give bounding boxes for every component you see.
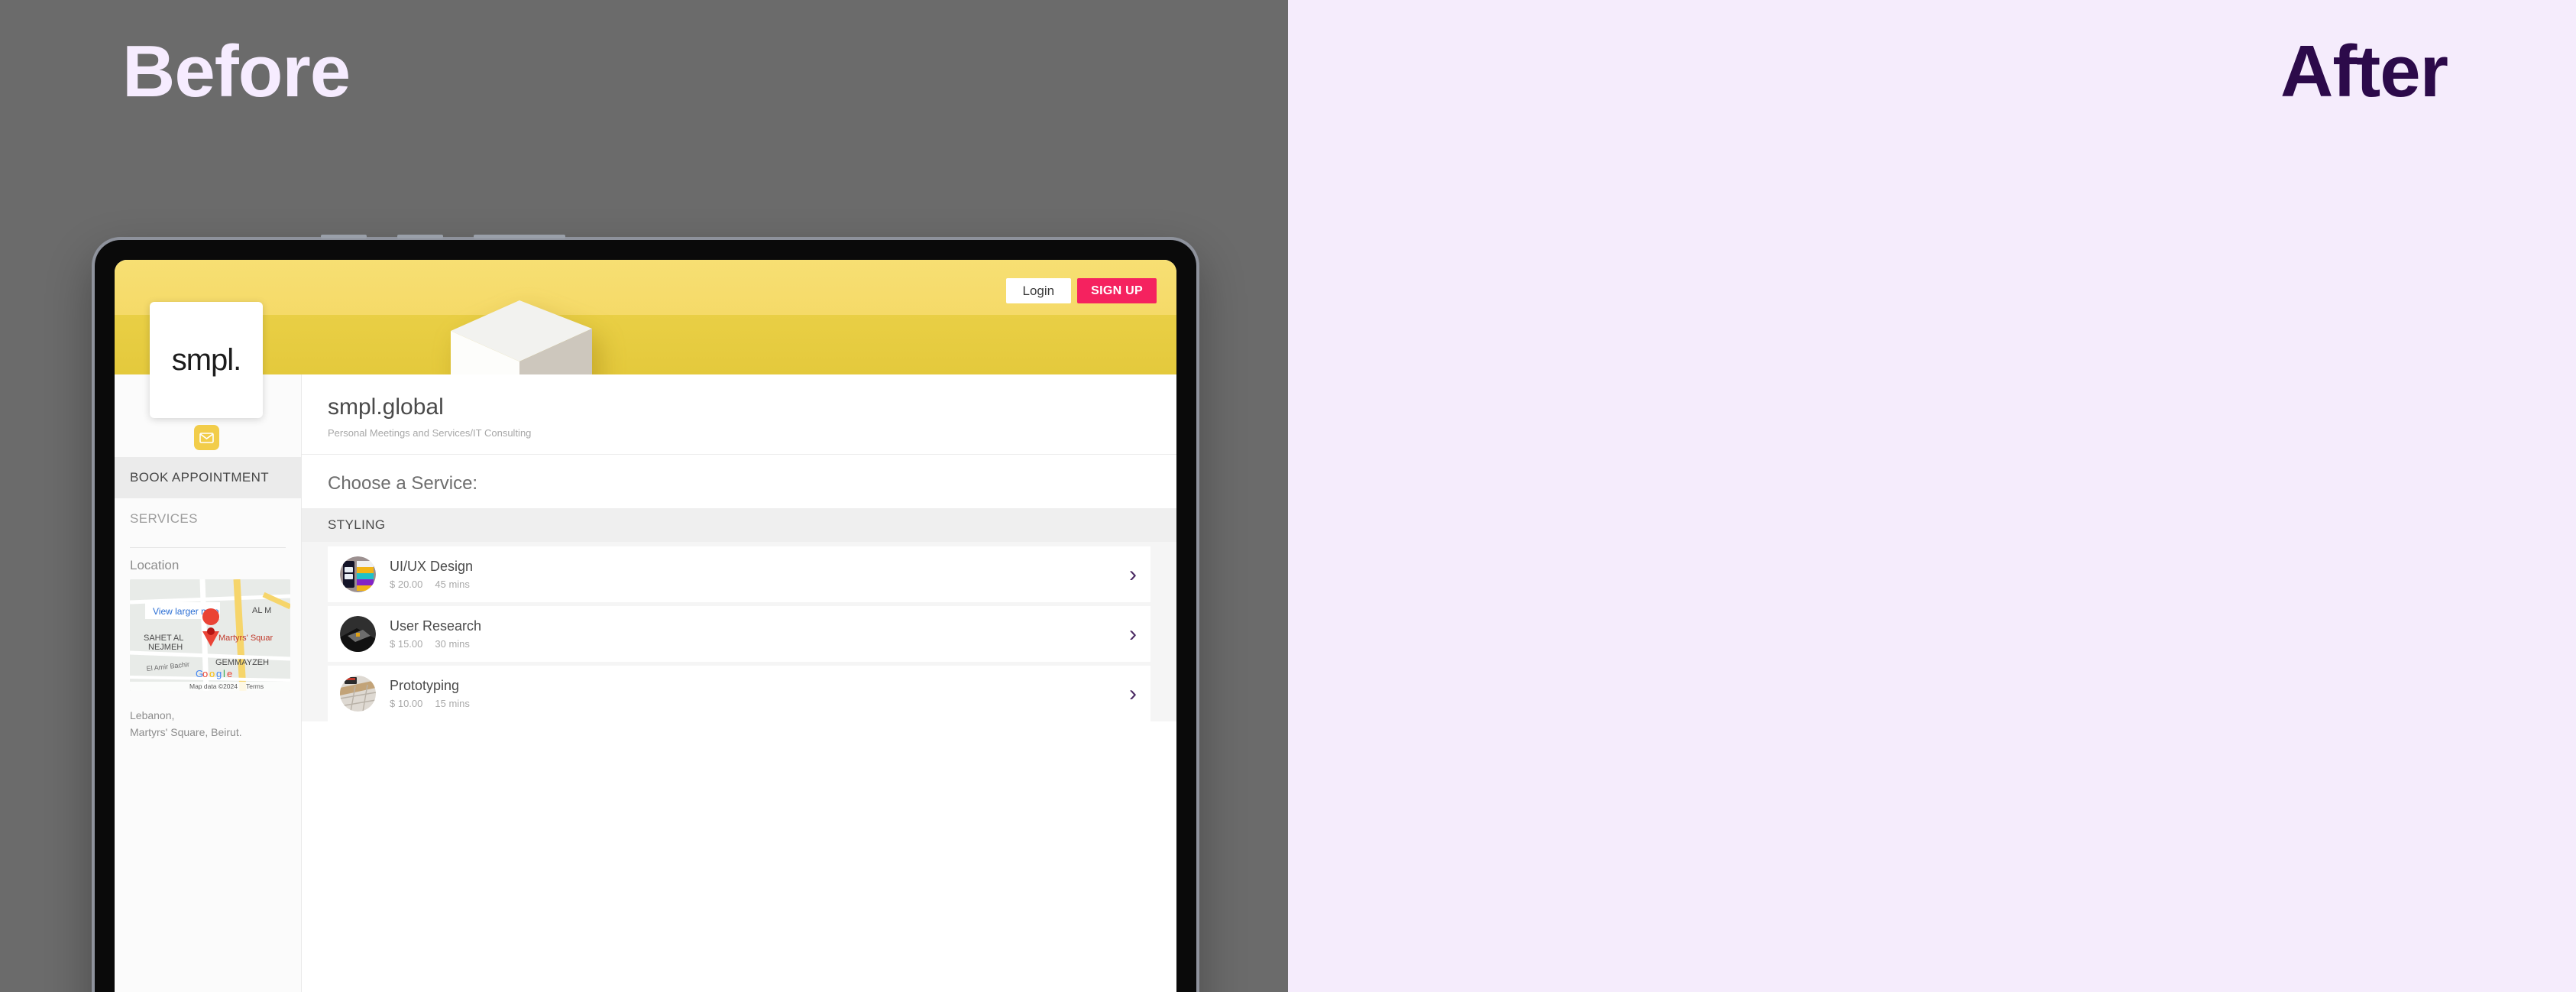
service-name: User Research: [390, 618, 482, 634]
before-auth-buttons: Login SIGN UP: [1005, 278, 1157, 303]
svg-text:SAHET AL: SAHET AL: [144, 634, 183, 643]
svg-text:NEJMEH: NEJMEH: [148, 643, 183, 652]
svg-text:Map data ©2024: Map data ©2024: [189, 682, 238, 690]
before-body: smpl. BOOK APPOINTMENT SERVICES Location…: [115, 302, 1176, 992]
service-price: $ 10.00: [390, 698, 423, 709]
brand-logo-card: smpl.: [150, 302, 263, 418]
login-button[interactable]: Login: [1005, 278, 1072, 303]
service-info: User Research $ 15.00 30 mins: [390, 618, 1115, 650]
choose-service-label: Choose a Service:: [328, 473, 478, 494]
business-tagline: Personal Meetings and Services/IT Consul…: [328, 427, 532, 439]
before-service-list: UI/UX Design $ 20.00 45 mins › User Rese…: [302, 542, 1176, 721]
list-item[interactable]: UI/UX Design $ 20.00 45 mins ›: [328, 546, 1150, 602]
brand-logo-text: smpl.: [171, 342, 242, 377]
before-after-comparison: Before Login SIGN UP smpl. BOOK APPOINTM…: [0, 0, 2576, 992]
before-sidebar-nav: BOOK APPOINTMENT SERVICES: [115, 457, 301, 548]
svg-text:Martyrs' Squar: Martyrs' Squar: [218, 634, 273, 643]
before-hero-banner: Login SIGN UP: [115, 260, 1176, 374]
svg-text:GEMMAYZEH: GEMMAYZEH: [215, 658, 269, 667]
service-meta: $ 15.00 30 mins: [390, 638, 1115, 650]
service-duration: 15 mins: [435, 698, 470, 709]
service-thumbnail: [340, 616, 376, 652]
chevron-right-icon[interactable]: ›: [1129, 562, 1137, 586]
service-duration: 30 mins: [435, 638, 470, 650]
signup-button[interactable]: SIGN UP: [1077, 278, 1157, 303]
svg-text:Terms: Terms: [246, 682, 264, 690]
service-thumbnail: [340, 676, 376, 712]
divider: [130, 547, 286, 548]
before-location-block: Location View larger map SAHET AL NEJMEH…: [130, 558, 290, 741]
address-line-1: Lebanon,: [130, 709, 175, 721]
svg-text:AL M: AL M: [252, 606, 271, 615]
cube-image: [451, 300, 592, 374]
sidebar-item-book-appointment[interactable]: BOOK APPOINTMENT: [115, 457, 301, 498]
before-app-screen: Login SIGN UP smpl. BOOK APPOINTMENT SER…: [115, 260, 1176, 992]
business-name: smpl.global: [328, 394, 444, 420]
address-line-2: Martyrs' Square, Beirut.: [130, 725, 242, 738]
before-business-header: smpl.global Personal Meetings and Servic…: [302, 374, 1176, 455]
list-item[interactable]: User Research $ 15.00 30 mins ›: [328, 606, 1150, 662]
before-sidebar: smpl. BOOK APPOINTMENT SERVICES Location…: [115, 302, 302, 992]
tablet-device-before: Login SIGN UP smpl. BOOK APPOINTMENT SER…: [92, 235, 1199, 992]
svg-text:o: o: [209, 668, 215, 679]
svg-text:e: e: [227, 668, 232, 679]
chevron-right-icon[interactable]: ›: [1129, 622, 1137, 646]
bezel-button: [474, 235, 565, 238]
service-info: Prototyping $ 10.00 15 mins: [390, 678, 1115, 709]
bezel-button: [397, 235, 443, 238]
after-heading: After: [2280, 31, 2448, 112]
service-meta: $ 20.00 45 mins: [390, 579, 1115, 590]
bezel-button: [321, 235, 367, 238]
before-main-content: smpl.global Personal Meetings and Servic…: [302, 374, 1176, 992]
google-map-embed[interactable]: View larger map SAHET AL NEJMEH Martyrs'…: [130, 579, 290, 691]
service-duration: 45 mins: [435, 579, 470, 590]
tablet-screen-bezel: Login SIGN UP smpl. BOOK APPOINTMENT SER…: [95, 240, 1196, 992]
service-meta: $ 10.00 15 mins: [390, 698, 1115, 709]
service-name: UI/UX Design: [390, 559, 474, 574]
list-item[interactable]: Prototyping $ 10.00 15 mins ›: [328, 666, 1150, 721]
before-heading: Before: [122, 31, 351, 112]
service-name: Prototyping: [390, 678, 460, 693]
envelope-icon[interactable]: [194, 425, 219, 450]
service-info: UI/UX Design $ 20.00 45 mins: [390, 559, 1115, 590]
before-panel: Before Login SIGN UP smpl. BOOK APPOINTM…: [0, 0, 1288, 992]
svg-text:g: g: [216, 668, 222, 679]
service-price: $ 20.00: [390, 579, 423, 590]
service-price: $ 15.00: [390, 638, 423, 650]
location-label: Location: [130, 558, 180, 572]
service-thumbnail: [340, 556, 376, 592]
before-address: Lebanon, Martyrs' Square, Beirut.: [130, 708, 290, 741]
service-category-header: STYLING: [302, 508, 1176, 542]
sidebar-item-services[interactable]: SERVICES: [115, 498, 301, 540]
svg-text:l: l: [223, 668, 225, 679]
chevron-right-icon[interactable]: ›: [1129, 682, 1137, 705]
after-panel: After smpl.: [1288, 0, 2576, 992]
svg-text:o: o: [202, 668, 208, 679]
